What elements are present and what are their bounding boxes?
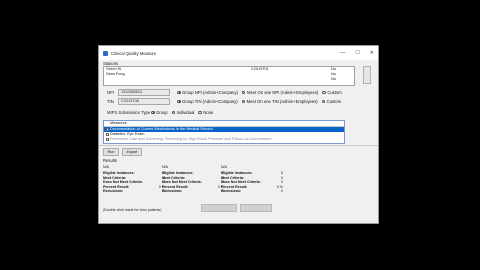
npi-option-meet[interactable]: Meet On one NPI (Admin+Employees): [241, 90, 318, 95]
radio-icon: [321, 99, 326, 104]
checkbox-icon[interactable]: [105, 128, 109, 131]
npi-label: NPI: [107, 90, 114, 95]
result-panel-3[interactable]: N/A Eligible Instances: 0 Meet Criteria: 0…: [221, 165, 283, 194]
maximize-button[interactable]: ☐: [355, 50, 359, 56]
radio-icon: [177, 90, 181, 95]
radio-icon: [198, 110, 202, 115]
tin-label: TIN: [107, 99, 114, 104]
radio-icon: [241, 99, 246, 104]
result-panel-2[interactable]: N/A Eligible Instances: 0 Meet Criteria: 0…: [162, 165, 224, 194]
submission-option-individual[interactable]: Individual: [171, 110, 194, 115]
result-panel-1[interactable]: N/A Eligible Instances: 0 Meet Criteria: 0…: [103, 165, 165, 194]
submission-option-group[interactable]: Group: [151, 110, 168, 115]
close-button[interactable]: ✕: [370, 50, 374, 56]
npi-options: Group NPI (Admin+Company) Meet On one NP…: [177, 90, 346, 95]
title-bar[interactable]: Clinical Quality Measure — ☐ ✕: [99, 46, 378, 60]
export-button[interactable]: Export: [122, 148, 142, 156]
window-title: Clinical Quality Measure: [111, 50, 157, 56]
npi-option-custom[interactable]: Custom: [322, 90, 342, 95]
radio-icon: [241, 90, 246, 95]
radio-icon: [177, 99, 181, 104]
tin-option-group[interactable]: Group TIN (Admin+Company): [177, 99, 238, 104]
stations-scrollbar[interactable]: [363, 66, 371, 84]
radio-icon: [322, 90, 326, 95]
minimize-button[interactable]: —: [340, 50, 345, 56]
action-button-1[interactable]: [201, 204, 237, 212]
radio-icon: [151, 110, 155, 115]
radio-icon: [171, 110, 176, 115]
checkbox-icon[interactable]: [105, 133, 109, 136]
submission-options: Group Individual None: [151, 110, 217, 115]
submission-label: MIPS Submission Type: [107, 110, 151, 115]
npi-field[interactable]: 1932688624: [118, 89, 170, 96]
footer-note: (Double click result for view patients): [103, 208, 162, 212]
run-button[interactable]: Run: [103, 148, 119, 156]
npi-option-group[interactable]: Group NPI (Admin+Company): [177, 90, 238, 95]
tin-option-meet[interactable]: Meet On one TIN (Admin+Employees): [241, 99, 318, 104]
submission-option-none[interactable]: None: [198, 110, 213, 115]
stations-list[interactable]: Green Hi C2019T01 No Sean Fong No No: [103, 66, 355, 86]
app-icon: [103, 50, 108, 56]
list-item[interactable]: Preventive Care and Screening: Screening…: [104, 137, 344, 142]
divider: [99, 145, 378, 146]
measures-list[interactable]: Measures Documentation of Current Medica…: [103, 120, 345, 144]
results-label: Results: [103, 158, 117, 163]
tin-field[interactable]: C2019T08: [118, 98, 170, 105]
list-item[interactable]: No: [106, 77, 352, 82]
tin-option-custom[interactable]: Custom: [321, 99, 341, 104]
action-button-2[interactable]: [240, 204, 272, 212]
checkbox-icon[interactable]: [105, 138, 109, 141]
tin-options: Group TIN (Admin+Company) Meet On one TI…: [177, 99, 345, 104]
cqm-window: Clinical Quality Measure — ☐ ✕ Stations …: [98, 45, 379, 224]
